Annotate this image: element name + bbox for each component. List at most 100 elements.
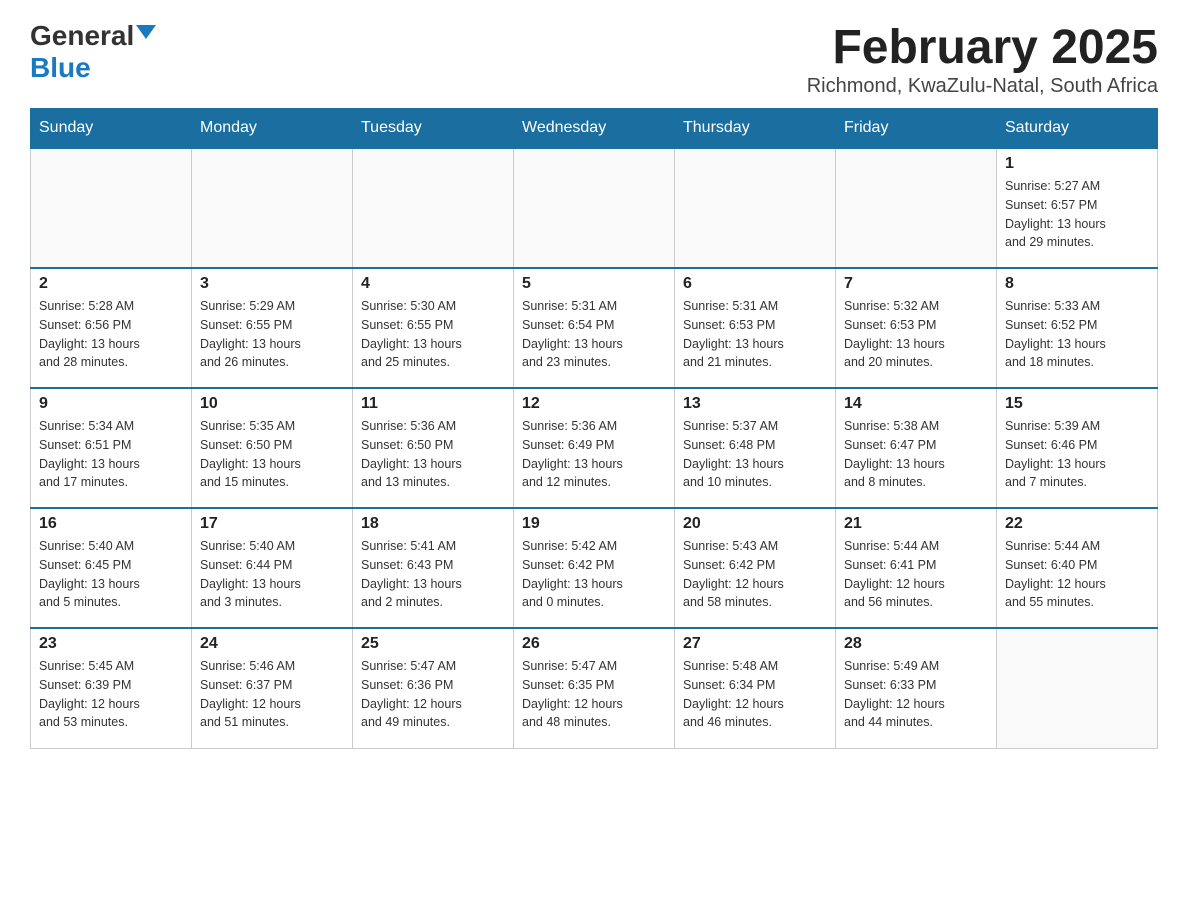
day-info: Sunrise: 5:36 AM Sunset: 6:50 PM Dayligh…	[361, 419, 462, 489]
calendar-title: February 2025	[807, 20, 1158, 75]
day-number: 8	[1005, 275, 1149, 293]
day-info: Sunrise: 5:37 AM Sunset: 6:48 PM Dayligh…	[683, 419, 784, 489]
calendar-cell: 5 Sunrise: 5:31 AM Sunset: 6:54 PM Daylig…	[514, 268, 675, 388]
day-info: Sunrise: 5:40 AM Sunset: 6:44 PM Dayligh…	[200, 539, 301, 609]
day-number: 19	[522, 515, 666, 533]
calendar-cell	[836, 148, 997, 268]
day-info: Sunrise: 5:28 AM Sunset: 6:56 PM Dayligh…	[39, 299, 140, 369]
calendar-cell: 13 Sunrise: 5:37 AM Sunset: 6:48 PM Dayli…	[675, 388, 836, 508]
calendar-cell: 19 Sunrise: 5:42 AM Sunset: 6:42 PM Dayli…	[514, 508, 675, 628]
calendar-cell: 28 Sunrise: 5:49 AM Sunset: 6:33 PM Dayli…	[836, 628, 997, 748]
calendar-cell: 24 Sunrise: 5:46 AM Sunset: 6:37 PM Dayli…	[192, 628, 353, 748]
calendar-cell: 18 Sunrise: 5:41 AM Sunset: 6:43 PM Dayli…	[353, 508, 514, 628]
day-number: 9	[39, 395, 183, 413]
weekday-header-friday: Friday	[836, 109, 997, 149]
weekday-header-saturday: Saturday	[997, 109, 1158, 149]
day-number: 4	[361, 275, 505, 293]
day-info: Sunrise: 5:34 AM Sunset: 6:51 PM Dayligh…	[39, 419, 140, 489]
day-number: 17	[200, 515, 344, 533]
calendar-cell: 22 Sunrise: 5:44 AM Sunset: 6:40 PM Dayli…	[997, 508, 1158, 628]
day-number: 16	[39, 515, 183, 533]
calendar-week-row: 9 Sunrise: 5:34 AM Sunset: 6:51 PM Daylig…	[31, 388, 1158, 508]
calendar-cell: 3 Sunrise: 5:29 AM Sunset: 6:55 PM Daylig…	[192, 268, 353, 388]
day-info: Sunrise: 5:35 AM Sunset: 6:50 PM Dayligh…	[200, 419, 301, 489]
day-info: Sunrise: 5:44 AM Sunset: 6:40 PM Dayligh…	[1005, 539, 1106, 609]
calendar-cell: 16 Sunrise: 5:40 AM Sunset: 6:45 PM Dayli…	[31, 508, 192, 628]
weekday-header-thursday: Thursday	[675, 109, 836, 149]
day-info: Sunrise: 5:41 AM Sunset: 6:43 PM Dayligh…	[361, 539, 462, 609]
calendar-subtitle: Richmond, KwaZulu-Natal, South Africa	[807, 75, 1158, 98]
weekday-header-tuesday: Tuesday	[353, 109, 514, 149]
calendar-cell: 23Sunrise: 5:45 AM Sunset: 6:39 PM Dayli…	[31, 628, 192, 748]
calendar-cell: 12Sunrise: 5:36 AM Sunset: 6:49 PM Dayli…	[514, 388, 675, 508]
day-info: Sunrise: 5:30 AM Sunset: 6:55 PM Dayligh…	[361, 299, 462, 369]
logo: General Blue	[30, 20, 156, 84]
day-info: Sunrise: 5:44 AM Sunset: 6:41 PM Dayligh…	[844, 539, 945, 609]
weekday-header-wednesday: Wednesday	[514, 109, 675, 149]
calendar-cell	[514, 148, 675, 268]
calendar-cell: 9 Sunrise: 5:34 AM Sunset: 6:51 PM Daylig…	[31, 388, 192, 508]
calendar-cell: 26 Sunrise: 5:47 AM Sunset: 6:35 PM Dayli…	[514, 628, 675, 748]
day-number: 27	[683, 635, 827, 653]
day-number: 5	[522, 275, 666, 293]
day-number: 1	[1005, 155, 1149, 173]
logo-blue-text: Blue	[30, 52, 91, 84]
calendar-cell: 1 Sunrise: 5:27 AM Sunset: 6:57 PM Daylig…	[997, 148, 1158, 268]
calendar-cell: 7Sunrise: 5:32 AM Sunset: 6:53 PM Daylig…	[836, 268, 997, 388]
day-number: 11	[361, 395, 505, 413]
calendar-cell: 2 Sunrise: 5:28 AM Sunset: 6:56 PM Daylig…	[31, 268, 192, 388]
day-number: 14	[844, 395, 988, 413]
day-info: Sunrise: 5:49 AM Sunset: 6:33 PM Dayligh…	[844, 659, 945, 729]
day-info: Sunrise: 5:31 AM Sunset: 6:54 PM Dayligh…	[522, 299, 623, 369]
day-number: 28	[844, 635, 988, 653]
day-number: 25	[361, 635, 505, 653]
calendar-cell: 25Sunrise: 5:47 AM Sunset: 6:36 PM Dayli…	[353, 628, 514, 748]
day-info: Sunrise: 5:29 AM Sunset: 6:55 PM Dayligh…	[200, 299, 301, 369]
weekday-header-monday: Monday	[192, 109, 353, 149]
calendar-week-row: 2 Sunrise: 5:28 AM Sunset: 6:56 PM Daylig…	[31, 268, 1158, 388]
day-number: 3	[200, 275, 344, 293]
day-info: Sunrise: 5:27 AM Sunset: 6:57 PM Dayligh…	[1005, 179, 1106, 249]
day-info: Sunrise: 5:46 AM Sunset: 6:37 PM Dayligh…	[200, 659, 301, 729]
day-info: Sunrise: 5:42 AM Sunset: 6:42 PM Dayligh…	[522, 539, 623, 609]
calendar-cell: 17 Sunrise: 5:40 AM Sunset: 6:44 PM Dayli…	[192, 508, 353, 628]
calendar-cell	[353, 148, 514, 268]
calendar-cell: 8Sunrise: 5:33 AM Sunset: 6:52 PM Daylig…	[997, 268, 1158, 388]
calendar-week-row: 1 Sunrise: 5:27 AM Sunset: 6:57 PM Daylig…	[31, 148, 1158, 268]
calendar-week-row: 16 Sunrise: 5:40 AM Sunset: 6:45 PM Dayli…	[31, 508, 1158, 628]
day-info: Sunrise: 5:45 AM Sunset: 6:39 PM Dayligh…	[39, 659, 140, 729]
calendar-cell: 6Sunrise: 5:31 AM Sunset: 6:53 PM Daylig…	[675, 268, 836, 388]
day-info: Sunrise: 5:43 AM Sunset: 6:42 PM Dayligh…	[683, 539, 784, 609]
logo-triangle-icon	[136, 25, 156, 39]
title-block: February 2025 Richmond, KwaZulu-Natal, S…	[807, 20, 1158, 98]
weekday-header-sunday: Sunday	[31, 109, 192, 149]
day-number: 2	[39, 275, 183, 293]
calendar-cell: 11 Sunrise: 5:36 AM Sunset: 6:50 PM Dayli…	[353, 388, 514, 508]
day-number: 7	[844, 275, 988, 293]
weekday-header-row: SundayMondayTuesdayWednesdayThursdayFrid…	[31, 109, 1158, 149]
day-number: 15	[1005, 395, 1149, 413]
day-number: 20	[683, 515, 827, 533]
calendar-cell: 10 Sunrise: 5:35 AM Sunset: 6:50 PM Dayli…	[192, 388, 353, 508]
day-number: 22	[1005, 515, 1149, 533]
calendar-cell: 14Sunrise: 5:38 AM Sunset: 6:47 PM Dayli…	[836, 388, 997, 508]
calendar-cell: 4 Sunrise: 5:30 AM Sunset: 6:55 PM Daylig…	[353, 268, 514, 388]
day-number: 24	[200, 635, 344, 653]
calendar-week-row: 23Sunrise: 5:45 AM Sunset: 6:39 PM Dayli…	[31, 628, 1158, 748]
day-number: 18	[361, 515, 505, 533]
day-number: 10	[200, 395, 344, 413]
day-info: Sunrise: 5:47 AM Sunset: 6:35 PM Dayligh…	[522, 659, 623, 729]
calendar-cell	[31, 148, 192, 268]
calendar-cell: 20 Sunrise: 5:43 AM Sunset: 6:42 PM Dayli…	[675, 508, 836, 628]
day-info: Sunrise: 5:40 AM Sunset: 6:45 PM Dayligh…	[39, 539, 140, 609]
day-number: 13	[683, 395, 827, 413]
calendar-cell: 27Sunrise: 5:48 AM Sunset: 6:34 PM Dayli…	[675, 628, 836, 748]
calendar-cell: 15 Sunrise: 5:39 AM Sunset: 6:46 PM Dayli…	[997, 388, 1158, 508]
day-number: 21	[844, 515, 988, 533]
day-info: Sunrise: 5:31 AM Sunset: 6:53 PM Dayligh…	[683, 299, 784, 369]
day-number: 26	[522, 635, 666, 653]
calendar-cell: 21 Sunrise: 5:44 AM Sunset: 6:41 PM Dayli…	[836, 508, 997, 628]
calendar-cell	[675, 148, 836, 268]
logo-general-text: General	[30, 20, 134, 52]
day-info: Sunrise: 5:39 AM Sunset: 6:46 PM Dayligh…	[1005, 419, 1106, 489]
